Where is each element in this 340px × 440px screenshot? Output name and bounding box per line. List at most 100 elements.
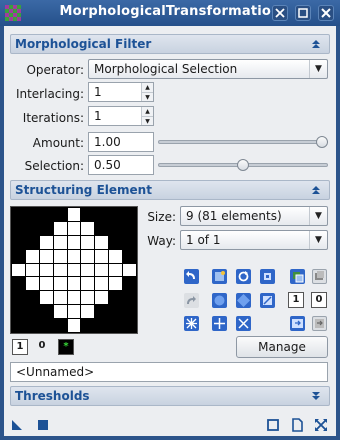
structuring-element-section[interactable]: Structuring Element — [10, 180, 330, 200]
grid-cell[interactable] — [53, 235, 67, 249]
grid-cell[interactable] — [67, 235, 81, 249]
grid-cell[interactable] — [67, 249, 81, 263]
spin-down-icon[interactable]: ▼ — [141, 92, 153, 101]
grid-cell[interactable] — [25, 208, 39, 221]
selection-slider-handle[interactable] — [237, 159, 249, 171]
grid-cell[interactable] — [95, 221, 109, 235]
grid-cell[interactable] — [95, 277, 109, 291]
grid-cell[interactable] — [12, 208, 25, 221]
grid-cell[interactable] — [53, 277, 67, 291]
close-button[interactable] — [318, 5, 334, 21]
grid-cell[interactable] — [123, 249, 136, 263]
circle-icon[interactable] — [212, 293, 227, 308]
grid-cell[interactable] — [81, 305, 95, 319]
manage-button[interactable]: Manage — [236, 336, 328, 358]
grid-cell[interactable] — [25, 319, 39, 332]
grid-cell[interactable] — [123, 305, 136, 319]
copy-icon[interactable] — [290, 269, 305, 284]
grid-cell[interactable] — [109, 305, 123, 319]
grid-cell[interactable] — [95, 305, 109, 319]
grid-cell[interactable] — [81, 208, 95, 221]
apply-icon[interactable] — [36, 418, 50, 432]
grid-cell[interactable] — [39, 208, 53, 221]
stack-icon[interactable] — [312, 269, 327, 284]
diamond-icon[interactable] — [236, 293, 251, 308]
grid-cell[interactable] — [67, 319, 81, 332]
grid-cell[interactable] — [109, 277, 123, 291]
amount-field[interactable]: 1.00 — [88, 132, 154, 152]
grid-cell[interactable] — [123, 291, 136, 305]
grid-cell[interactable] — [95, 235, 109, 249]
grid-cell[interactable] — [12, 221, 25, 235]
grid-cell[interactable] — [123, 235, 136, 249]
grid-cell[interactable] — [109, 263, 123, 277]
grid-cell[interactable] — [39, 221, 53, 235]
grid-cell[interactable] — [25, 263, 39, 277]
mask-one-button[interactable]: 1 — [12, 339, 28, 355]
new-instance-icon[interactable] — [10, 418, 24, 432]
grid-cell[interactable] — [123, 277, 136, 291]
grid-cell[interactable] — [123, 263, 136, 277]
grid-cell[interactable] — [67, 291, 81, 305]
grid-cell[interactable] — [12, 235, 25, 249]
amount-slider[interactable] — [158, 140, 328, 144]
grid-cell[interactable] — [12, 305, 25, 319]
rotate-cw-icon[interactable] — [236, 269, 251, 284]
preview-icon[interactable] — [266, 418, 280, 432]
grid-cell[interactable] — [39, 249, 53, 263]
set-one-icon[interactable]: 1 — [288, 292, 304, 308]
diagonal-icon[interactable] — [236, 316, 251, 331]
expand-icon[interactable] — [309, 389, 323, 403]
reset-icon[interactable] — [314, 418, 328, 432]
grid-cell[interactable] — [81, 221, 95, 235]
grid-cell[interactable] — [12, 249, 25, 263]
grid-cell[interactable] — [12, 291, 25, 305]
grid-cell[interactable] — [109, 235, 123, 249]
grid-cell[interactable] — [25, 249, 39, 263]
shade-window-button[interactable] — [295, 5, 311, 21]
set-element-icon[interactable] — [260, 269, 275, 284]
grid-cell[interactable] — [53, 263, 67, 277]
grid-cell[interactable] — [25, 291, 39, 305]
morphological-filter-section[interactable]: Morphological Filter — [10, 34, 330, 54]
thresholds-section[interactable]: Thresholds — [10, 386, 330, 406]
grid-cell[interactable] — [53, 208, 67, 221]
grid-cell[interactable] — [81, 277, 95, 291]
grid-cell[interactable] — [95, 319, 109, 332]
size-combo[interactable]: 9 (81 elements) ▼ — [180, 206, 328, 226]
grid-cell[interactable] — [81, 291, 95, 305]
grid-cell[interactable] — [81, 263, 95, 277]
grid-cell[interactable] — [123, 221, 136, 235]
document-icon[interactable] — [290, 418, 304, 432]
spin-up-icon[interactable]: ▲ — [141, 107, 153, 116]
grid-cell[interactable] — [12, 277, 25, 291]
grid-cell[interactable] — [95, 263, 109, 277]
grid-cell[interactable] — [81, 319, 95, 332]
grid-cell[interactable] — [39, 305, 53, 319]
way-combo[interactable]: 1 of 1 ▼ — [180, 230, 328, 250]
grid-cell[interactable] — [67, 208, 81, 221]
mask-zero-button[interactable]: 0 — [34, 339, 50, 355]
set-zero-icon[interactable]: 0 — [311, 292, 327, 308]
grid-cell[interactable] — [53, 291, 67, 305]
grid-cell[interactable] — [123, 319, 136, 332]
grid-cell[interactable] — [81, 235, 95, 249]
grid-cell[interactable] — [109, 291, 123, 305]
spin-up-icon[interactable]: ▲ — [141, 83, 153, 92]
grid-cell[interactable] — [12, 263, 25, 277]
grid-cell[interactable] — [67, 305, 81, 319]
grid-cell[interactable] — [67, 277, 81, 291]
grid-cell[interactable] — [53, 221, 67, 235]
grid-cell[interactable] — [12, 319, 25, 332]
paste-icon[interactable] — [312, 316, 327, 331]
operator-combo[interactable]: Morphological Selection ▼ — [88, 59, 328, 79]
iterations-spinbox[interactable]: 1 ▲ ▼ — [88, 106, 154, 126]
spin-down-icon[interactable]: ▼ — [141, 116, 153, 125]
amount-slider-handle[interactable] — [316, 136, 328, 148]
grid-cell[interactable] — [109, 208, 123, 221]
grid-cell[interactable] — [25, 277, 39, 291]
grid-cell[interactable] — [67, 263, 81, 277]
invert-icon[interactable] — [260, 293, 275, 308]
element-name-field[interactable]: <Unnamed> — [10, 362, 328, 382]
cross-diagonal-icon[interactable] — [184, 316, 199, 331]
